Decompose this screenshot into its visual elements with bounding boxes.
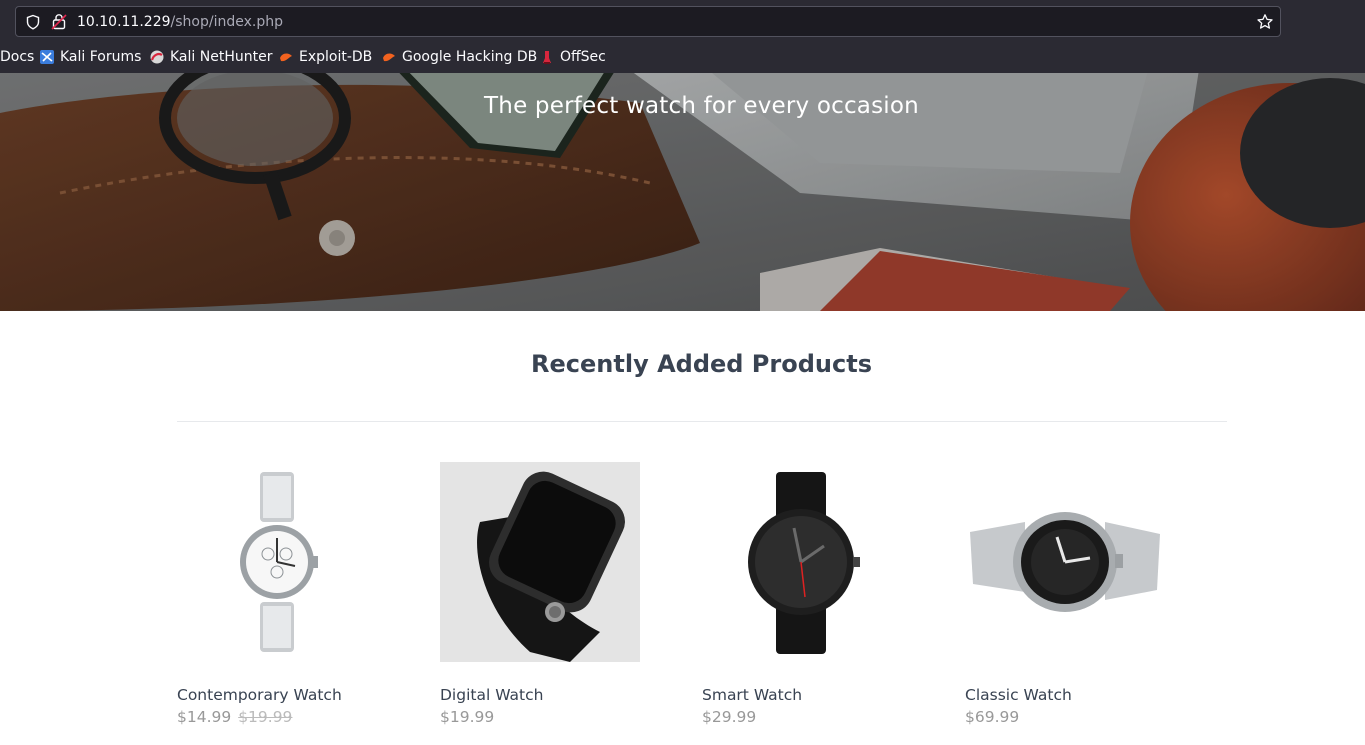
browser-toolbar: 10.10.11.229/shop/index.php Docs Kali Fo…: [0, 0, 1365, 73]
bookmark-label: Kali NetHunter: [170, 49, 273, 65]
exploit-db-icon: [280, 53, 292, 62]
product-card-contemporary-watch[interactable]: Contemporary Watch $14.99 $19.99: [177, 462, 397, 726]
product-name[interactable]: Smart Watch: [702, 686, 922, 704]
google-hacking-db-icon: [383, 53, 395, 62]
bookmark-offsec[interactable]: OffSec: [540, 47, 606, 67]
bookmark-star-icon[interactable]: [1256, 13, 1274, 31]
hero-tagline: The perfect watch for every occasion: [484, 93, 919, 119]
kali-forums-icon: [40, 50, 54, 64]
bookmark-label: Docs: [0, 49, 35, 65]
product-name[interactable]: Digital Watch: [440, 686, 660, 704]
bookmark-docs[interactable]: Docs: [0, 47, 34, 67]
bookmark-kali-forums[interactable]: Kali Forums: [40, 47, 141, 67]
kali-nethunter-icon: [150, 50, 164, 64]
bookmarks-toolbar: Docs Kali Forums Kali NetHunter Exploit-…: [0, 44, 1365, 70]
insecure-lock-icon[interactable]: [51, 13, 67, 30]
bookmark-label: Kali Forums: [60, 49, 142, 65]
bookmark-exploit-db[interactable]: Exploit-DB: [279, 47, 372, 67]
bookmark-label: Google Hacking DB: [402, 49, 538, 65]
shield-icon[interactable]: [25, 14, 41, 30]
product-price: $29.99: [702, 708, 757, 726]
product-card-digital-watch[interactable]: Digital Watch $19.99: [440, 462, 660, 726]
hero-banner: The perfect watch for every occasion: [0, 73, 1365, 311]
offsec-icon: [543, 51, 551, 64]
contemporary-watch-image[interactable]: [177, 462, 377, 662]
product-card-classic-watch[interactable]: Classic Watch $69.99: [965, 462, 1185, 726]
smart-watch-image[interactable]: [702, 462, 902, 662]
product-price: $14.99 $19.99: [177, 708, 397, 726]
product-price: $69.99: [965, 708, 1020, 726]
section-title: Recently Added Products: [531, 350, 872, 378]
address-bar[interactable]: 10.10.11.229/shop/index.php: [15, 6, 1281, 37]
product-name[interactable]: Contemporary Watch: [177, 686, 397, 704]
bookmark-kali-nethunter[interactable]: Kali NetHunter: [150, 47, 272, 67]
classic-watch-image[interactable]: [965, 462, 1165, 662]
url-text[interactable]: 10.10.11.229/shop/index.php: [77, 12, 283, 32]
product-name[interactable]: Classic Watch: [965, 686, 1185, 704]
digital-watch-image[interactable]: [440, 462, 640, 662]
product-price: $19.99: [440, 708, 495, 726]
bookmark-label: Exploit-DB: [299, 49, 373, 65]
section-divider: [177, 421, 1227, 422]
bookmark-label: OffSec: [560, 49, 606, 65]
product-card-smart-watch[interactable]: Smart Watch $29.99: [702, 462, 922, 726]
product-original-price: $19.99: [238, 708, 293, 726]
url-path: /shop/index.php: [170, 14, 283, 30]
url-host: 10.10.11.229: [77, 14, 171, 30]
bookmark-google-hacking-db[interactable]: Google Hacking DB: [382, 47, 537, 67]
product-sale-price: $14.99: [177, 708, 232, 726]
